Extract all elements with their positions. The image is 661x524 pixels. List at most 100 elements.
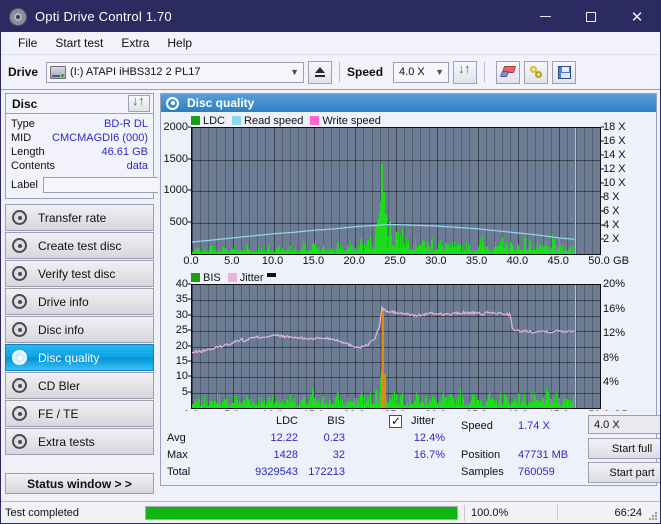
drive-select[interactable]: (I:) ATAPI iHBS312 2 PL17 ▼ bbox=[46, 61, 305, 83]
disc-refresh-button[interactable] bbox=[128, 93, 150, 112]
progress-percent: 100.0% bbox=[464, 504, 557, 521]
eject-button[interactable] bbox=[308, 60, 333, 84]
sidebar-item-label: Drive info bbox=[38, 294, 89, 309]
y-axis-tick-label: 30 bbox=[175, 308, 188, 321]
bis-y-axis-right: 4% 8% 12% 16% 20% bbox=[601, 278, 635, 409]
refresh-arrows-icon bbox=[132, 93, 146, 111]
start-part-button[interactable]: Start part bbox=[588, 462, 660, 483]
y2-axis-tick-label: 14 X bbox=[603, 149, 626, 161]
series-jitter bbox=[192, 305, 575, 354]
sidebar-item-fe-te[interactable]: FE / TE bbox=[5, 400, 154, 427]
sidebar-item-extra-tests[interactable]: Extra tests bbox=[5, 428, 154, 455]
sidebar-item-create-test-disc[interactable]: Create test disc bbox=[5, 232, 154, 259]
y-axis-tick-label: 40 bbox=[175, 278, 188, 290]
sidebar-item-label: CD Bler bbox=[38, 378, 81, 393]
menu-file[interactable]: File bbox=[9, 34, 46, 52]
x-axis-tick-label: 25.0 bbox=[384, 255, 406, 267]
fe-te-icon bbox=[12, 406, 27, 421]
x-axis-tick-label: 30.0 bbox=[425, 255, 447, 267]
total-bis-value: 172213 bbox=[308, 466, 345, 478]
x-axis-tick-label: 50.0 bbox=[588, 255, 610, 267]
y2-axis-tick bbox=[601, 140, 604, 142]
resize-grip[interactable] bbox=[648, 511, 657, 520]
y2-axis-tick-label: 8 X bbox=[603, 191, 620, 203]
app-window: Opti Drive Control 1.70 ✕ File Start tes… bbox=[0, 0, 661, 524]
jitter-label: Jitter bbox=[411, 415, 435, 427]
status-window-button[interactable]: Status window > > bbox=[5, 473, 154, 494]
panel-header: Disc quality bbox=[161, 94, 656, 112]
sidebar-item-transfer-rate[interactable]: Transfer rate bbox=[5, 204, 154, 231]
status-text: Test completed bbox=[5, 506, 79, 519]
series-read-speed bbox=[192, 224, 575, 243]
ldc-y-axis-right: 2 X 4 X 6 X 8 X 10 X 12 X 14 X 16 X 18 X bbox=[601, 121, 635, 255]
disc-type-label: Type bbox=[11, 118, 35, 130]
disc-mid-label: MID bbox=[11, 132, 32, 144]
refresh-button[interactable] bbox=[453, 60, 478, 84]
y-axis-tick-label: 35 bbox=[175, 293, 188, 306]
sidebar-item-verify-test-disc[interactable]: Verify test disc bbox=[5, 260, 154, 287]
ldc-chart-legend: LDC Read speed Write speed bbox=[161, 114, 656, 127]
x-axis-tick-label: 40.0 bbox=[506, 255, 529, 267]
sidebar-item-disc-quality[interactable]: Disc quality bbox=[5, 344, 154, 371]
y2-axis-tick-label: 4 X bbox=[603, 219, 620, 231]
sidebar-item-drive-info[interactable]: Drive info bbox=[5, 288, 154, 315]
menu-extra[interactable]: Extra bbox=[112, 34, 158, 52]
maximize-icon bbox=[586, 11, 596, 22]
eraser-icon bbox=[501, 66, 516, 78]
sidebar-item-cd-bler[interactable]: CD Bler bbox=[5, 372, 154, 399]
x-axis-tick-label: 35.0 bbox=[465, 255, 488, 267]
y2-axis-tick-label: 20% bbox=[603, 278, 626, 290]
minimize-button[interactable] bbox=[522, 1, 568, 32]
maximize-button[interactable] bbox=[568, 1, 614, 32]
y-axis-tick-label: 2000 bbox=[163, 121, 188, 133]
main-body: Disc Type BD-R DL MID CMCMAGDI6 (000) Le… bbox=[1, 90, 660, 494]
end-of-data-marker bbox=[575, 285, 576, 408]
y2-axis-tick bbox=[601, 154, 604, 156]
samples-stat-label: Samples bbox=[461, 466, 504, 478]
ldc-plot-area[interactable] bbox=[191, 127, 601, 255]
sidebar-item-disc-info[interactable]: Disc info bbox=[5, 316, 154, 343]
bis-plot-area[interactable] bbox=[191, 284, 601, 409]
close-button[interactable]: ✕ bbox=[614, 1, 660, 32]
menu-help[interactable]: Help bbox=[158, 34, 201, 52]
y2-axis-tick-label: 2 X bbox=[603, 233, 620, 245]
ldc-y-axis-left: 500 1000 1500 2000 bbox=[161, 121, 191, 255]
toolbar: Drive (I:) ATAPI iHBS312 2 PL17 ▼ Speed … bbox=[1, 55, 660, 90]
start-full-button[interactable]: Start full bbox=[588, 438, 660, 459]
y-axis-tick-label: 20 bbox=[175, 339, 188, 352]
erase-button[interactable] bbox=[496, 60, 521, 84]
legend-label: Write speed bbox=[322, 114, 381, 127]
disc-quality-panel: Disc quality LDC Read speed Write speed … bbox=[160, 93, 660, 486]
speed-select[interactable]: 4.0 X ▼ bbox=[393, 61, 450, 83]
y2-axis-tick bbox=[601, 196, 604, 198]
minimize-icon bbox=[539, 16, 551, 17]
bis-chart-legend: BIS Jitter bbox=[161, 271, 656, 284]
x-axis-tick-label: 45.0 bbox=[547, 255, 569, 267]
save-button[interactable] bbox=[552, 60, 577, 84]
x-axis-tick-label: 20.0 bbox=[343, 255, 365, 267]
position-stat-value: 47731 MB bbox=[518, 449, 569, 461]
disc-row-contents: Contents data bbox=[11, 159, 148, 173]
eject-icon bbox=[315, 67, 326, 77]
speed-select-value: 4.0 X bbox=[399, 66, 425, 78]
y2-axis-tick-label: 10 X bbox=[603, 177, 626, 189]
legend-swatch bbox=[232, 116, 242, 125]
jitter-checkbox[interactable] bbox=[389, 414, 402, 428]
disc-rows: Type BD-R DL MID CMCMAGDI6 (000) Length … bbox=[6, 114, 244, 198]
test-speed-value: 4.0 X bbox=[594, 418, 620, 431]
legend-item-jitter: Jitter bbox=[227, 272, 276, 284]
sidebar-item-label: Create test disc bbox=[38, 238, 122, 253]
test-speed-select[interactable]: 4.0 X ▼ bbox=[588, 415, 660, 434]
legend-swatch bbox=[191, 273, 200, 282]
bis-plot-row: 5 10 15 20 25 30 35 40 4% 8% 12% 16% 20% bbox=[161, 278, 656, 409]
y-axis-tick-label: 1500 bbox=[163, 152, 188, 165]
progress-bar bbox=[145, 505, 458, 520]
tools-button[interactable] bbox=[524, 60, 549, 84]
legend-item-ldc: LDC bbox=[191, 115, 225, 127]
row-label-avg: Avg bbox=[167, 432, 186, 444]
chevron-down-icon: ▼ bbox=[435, 67, 444, 77]
menu-start-test[interactable]: Start test bbox=[46, 34, 112, 52]
position-stat-label: Position bbox=[461, 449, 501, 461]
legend-label: Read speed bbox=[244, 114, 304, 127]
